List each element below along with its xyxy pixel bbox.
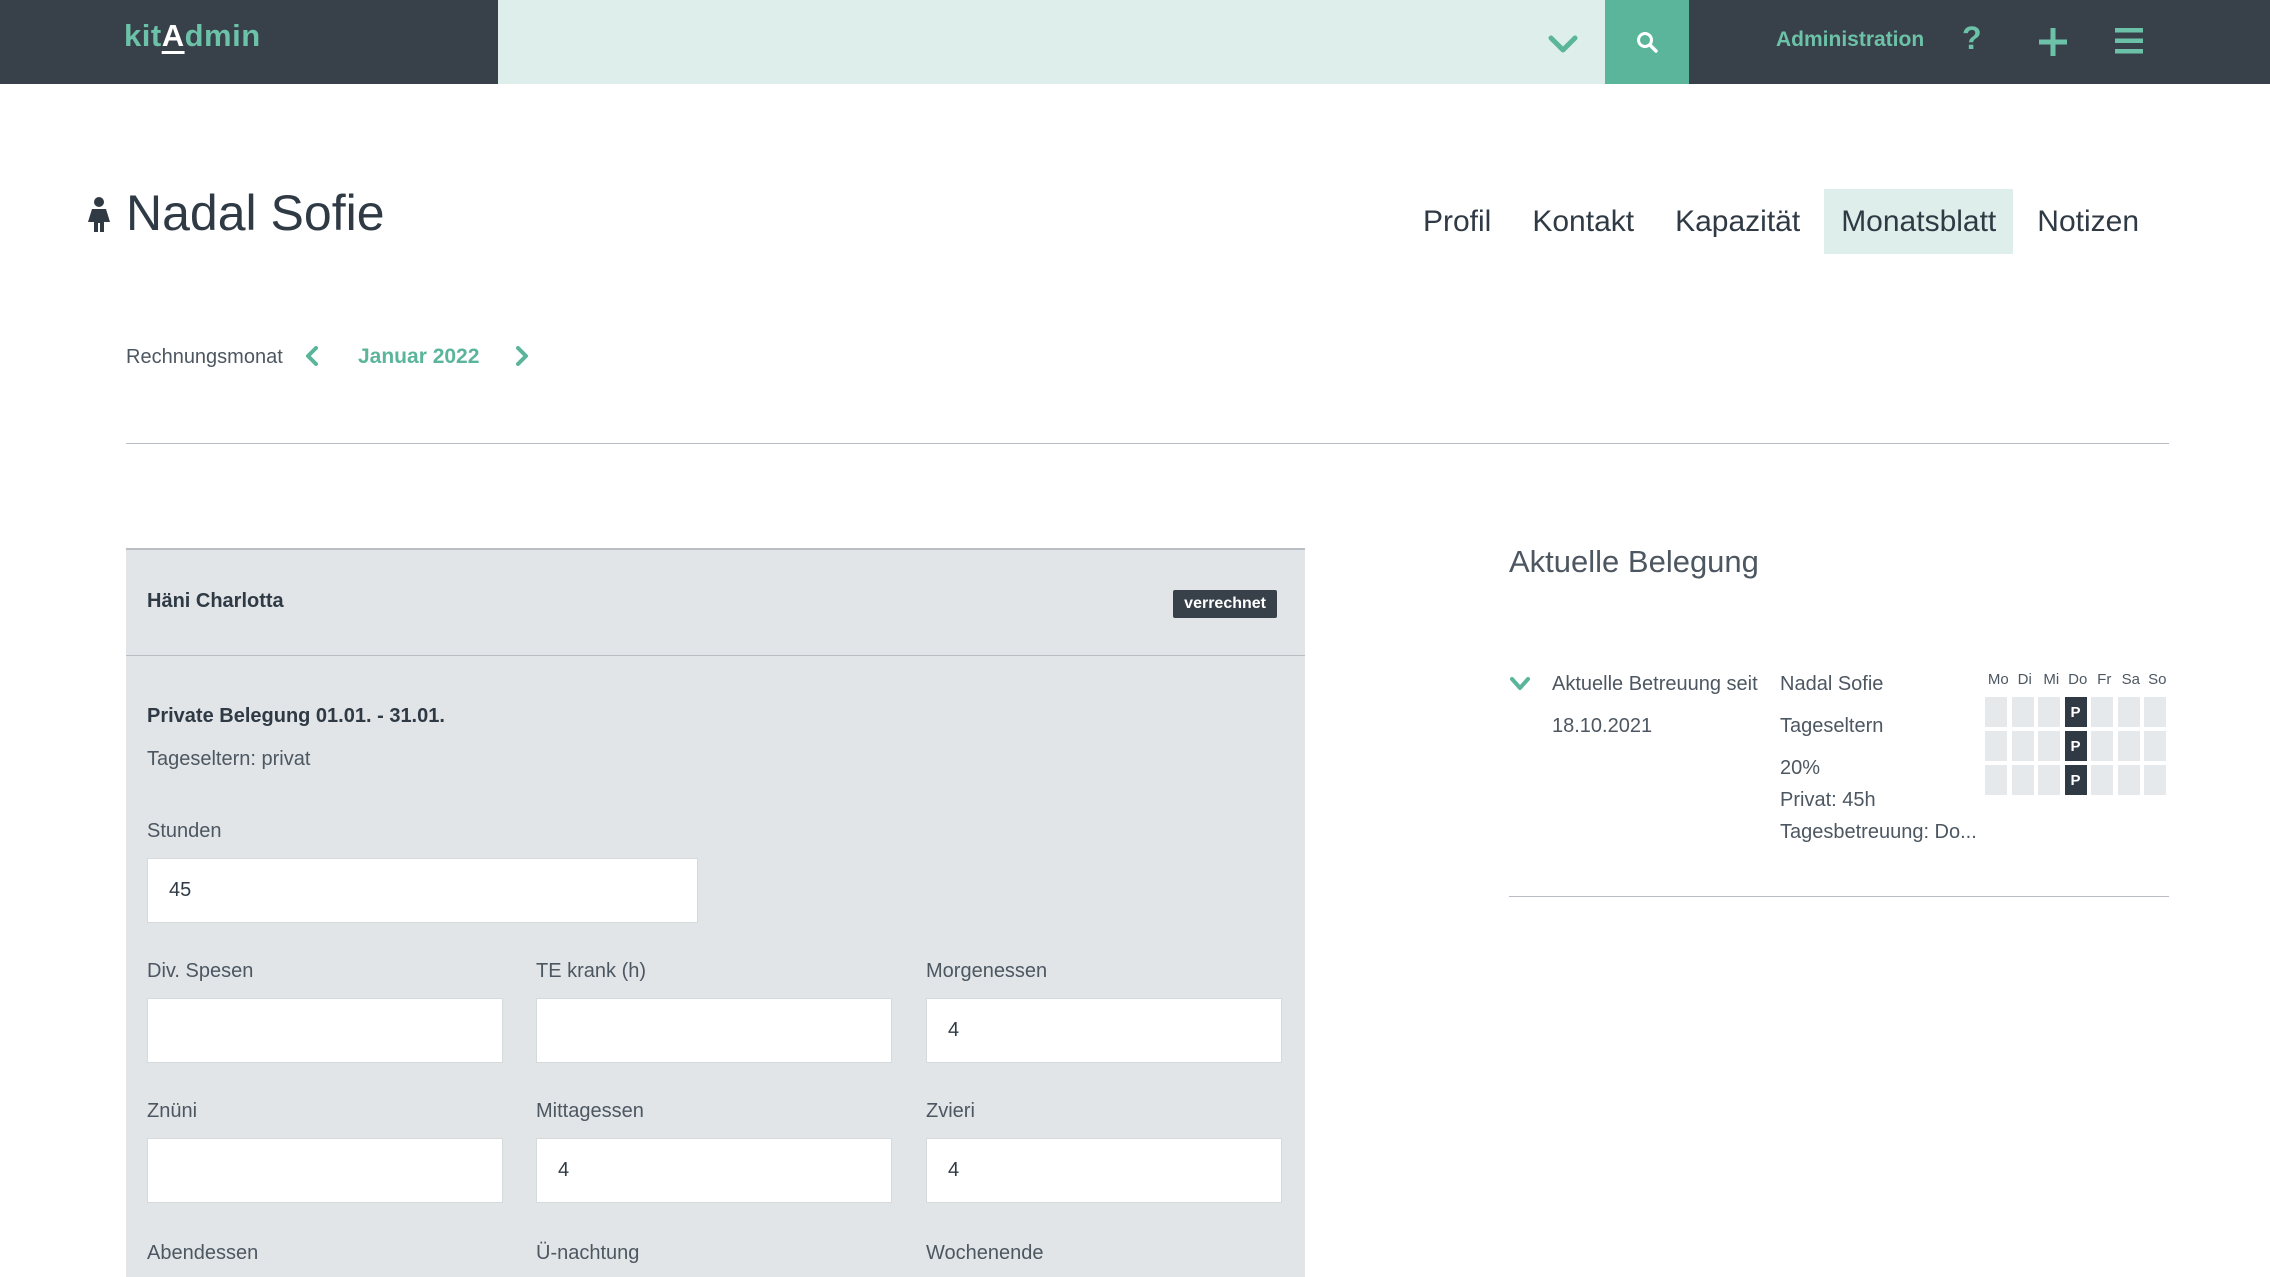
- chevron-right-icon[interactable]: [510, 344, 534, 368]
- logo-suffix: dmin: [184, 18, 261, 53]
- help-icon[interactable]: ?: [1962, 20, 1982, 57]
- weekday-label: Di: [2017, 671, 2032, 688]
- status-badge: verrechnet: [1173, 590, 1277, 618]
- schedule-cell-empty: [2011, 697, 2034, 727]
- schedule-cell-empty: [2091, 765, 2113, 795]
- schedule-cell-empty: [2144, 765, 2166, 795]
- schedule-cell-private: P: [2064, 731, 2087, 761]
- chevron-down-icon[interactable]: [1543, 24, 1583, 64]
- schedule-row: P: [1985, 765, 2171, 795]
- billing-month-value[interactable]: Januar 2022: [358, 345, 479, 369]
- plus-icon[interactable]: [2033, 22, 2073, 62]
- search-input[interactable]: [498, 0, 1605, 84]
- care-since-label: Aktuelle Betreuung seit: [1552, 673, 1758, 695]
- schedule-cell-empty: [2144, 697, 2166, 727]
- schedule-cell-empty: [2038, 731, 2060, 761]
- tab-profil[interactable]: Profil: [1406, 189, 1508, 254]
- booking-title: Private Belegung 01.01. - 31.01.: [147, 705, 445, 727]
- abendessen-label: Abendessen: [147, 1242, 259, 1264]
- uebernachtung-label: Ü-nachtung: [536, 1242, 640, 1264]
- booking-subtitle: Tageseltern: privat: [147, 748, 311, 770]
- weekday-label: Fr: [2097, 671, 2112, 688]
- stunden-input[interactable]: 45: [147, 858, 698, 923]
- weekday-label: Do: [2068, 671, 2088, 688]
- care-since-date: 18.10.2021: [1552, 715, 1653, 737]
- te-krank-input[interactable]: [536, 998, 892, 1063]
- tab-kontakt[interactable]: Kontakt: [1515, 189, 1651, 254]
- occupancy-type: Tageseltern: [1780, 715, 1884, 737]
- mittagessen-input[interactable]: 4: [536, 1138, 892, 1203]
- current-occupancy-title: Aktuelle Belegung: [1509, 544, 1759, 579]
- schedule-cell-empty: [2117, 697, 2140, 727]
- top-navigation-bar: kitAdmin Administration ?: [0, 0, 2270, 84]
- te-krank-label: TE krank (h): [536, 960, 647, 982]
- weekday-label: Mi: [2043, 671, 2060, 688]
- occupancy-percent: 20%: [1780, 757, 1821, 779]
- schedule-row: P: [1985, 697, 2171, 727]
- weekday-label: Sa: [2121, 671, 2140, 688]
- stunden-label: Stunden: [147, 820, 222, 842]
- schedule-cell-empty: [2144, 731, 2166, 761]
- caregiver-name: Häni Charlotta: [147, 590, 284, 612]
- schedule-cell-empty: [2091, 731, 2113, 761]
- weekly-schedule-grid: PPP: [1985, 697, 2171, 799]
- spesen-input[interactable]: [147, 998, 503, 1063]
- zvieri-input[interactable]: 4: [926, 1138, 1282, 1203]
- tab-notizen[interactable]: Notizen: [2020, 189, 2156, 254]
- schedule-cell-private: P: [2064, 765, 2087, 795]
- search-icon: [1637, 32, 1658, 53]
- menu-icon[interactable]: [2112, 24, 2146, 58]
- schedule-cell-empty: [2038, 697, 2060, 727]
- zvieri-label: Zvieri: [926, 1100, 975, 1122]
- tab-monatsblatt[interactable]: Monatsblatt: [1824, 189, 2014, 254]
- profile-tabs: Profil Kontakt Kapazität Monatsblatt Not…: [1399, 189, 2156, 254]
- schedule-row: P: [1985, 731, 2171, 761]
- page-title: Nadal Sofie: [126, 185, 385, 241]
- logo-prefix: kit: [124, 18, 162, 53]
- divider: [1509, 896, 2169, 897]
- weekday-label: So: [2148, 671, 2167, 688]
- chevron-left-icon[interactable]: [300, 344, 324, 368]
- schedule-cell-empty: [2038, 765, 2060, 795]
- kitadmin-logo[interactable]: kitAdmin: [124, 18, 261, 54]
- tab-kapazitaet[interactable]: Kapazität: [1658, 189, 1817, 254]
- occupancy-private-hours: Privat: 45h: [1780, 789, 1876, 811]
- administration-link[interactable]: Administration: [1776, 28, 1924, 52]
- occupancy-child-name: Nadal Sofie: [1780, 673, 1884, 695]
- billing-month-label: Rechnungsmonat: [126, 346, 283, 368]
- schedule-cell-empty: [2011, 731, 2034, 761]
- occupancy-day-care: Tagesbetreuung: Do...: [1780, 821, 1977, 843]
- schedule-cell-private: P: [2064, 697, 2087, 727]
- schedule-cell-empty: [1985, 697, 2007, 727]
- schedule-cell-empty: [2011, 765, 2034, 795]
- schedule-cell-empty: [2117, 765, 2140, 795]
- divider: [126, 443, 2169, 444]
- monthly-sheet-panel: Häni Charlotta verrechnet Private Belegu…: [126, 548, 1305, 1277]
- schedule-cell-empty: [1985, 765, 2007, 795]
- znueni-label: Znüni: [147, 1100, 198, 1122]
- weekday-header: Mo Di Mi Do Fr Sa So: [1985, 671, 2171, 688]
- morgenessen-input[interactable]: 4: [926, 998, 1282, 1063]
- child-person-icon: [86, 196, 112, 234]
- znueni-input[interactable]: [147, 1138, 503, 1203]
- weekday-label: Mo: [1987, 671, 2009, 688]
- logo-accent: A: [161, 18, 185, 53]
- schedule-cell-empty: [1985, 731, 2007, 761]
- schedule-cell-empty: [2117, 731, 2140, 761]
- panel-header: Häni Charlotta verrechnet: [126, 550, 1305, 656]
- schedule-cell-empty: [2091, 697, 2113, 727]
- search-button[interactable]: [1605, 0, 1689, 84]
- wochenende-label: Wochenende: [926, 1242, 1044, 1264]
- chevron-down-icon[interactable]: [1509, 673, 1531, 695]
- spesen-label: Div. Spesen: [147, 960, 254, 982]
- mittagessen-label: Mittagessen: [536, 1100, 644, 1122]
- morgenessen-label: Morgenessen: [926, 960, 1048, 982]
